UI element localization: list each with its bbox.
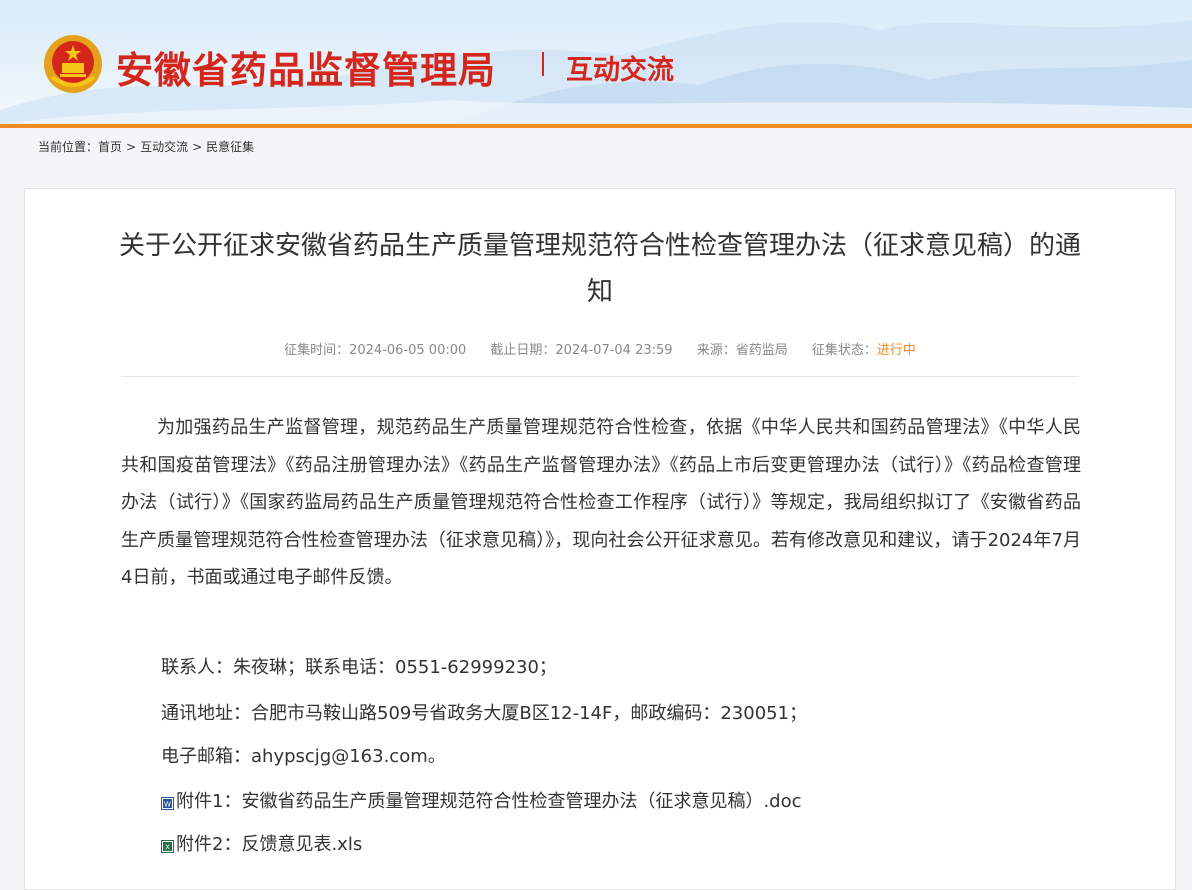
svg-text:X: X <box>165 843 170 851</box>
attachment-2-link[interactable]: 附件2：反馈意见表.xls <box>176 830 362 856</box>
title-separator <box>542 52 544 76</box>
excel-file-icon: X <box>161 837 174 853</box>
breadcrumb-interaction-link[interactable]: 互动交流 <box>140 140 188 154</box>
article-title: 关于公开征求安徽省药品生产质量管理规范符合性检查管理办法（征求意见稿）的通知 <box>118 231 1081 307</box>
site-title[interactable]: 安徽省药品监督管理局 <box>116 40 496 94</box>
contact-line: 联系人：朱夜琳；联系电话：0551-62999230； <box>161 657 557 678</box>
breadcrumb: 当前位置：首页 > 互动交流 > 民意征集 <box>0 128 1192 166</box>
word-file-icon: W <box>161 794 174 810</box>
section-title[interactable]: 互动交流 <box>566 48 674 87</box>
article-body: 为加强药品生产监督管理，规范药品生产质量管理规范符合性检查，依据《中华人民共和国… <box>121 417 1081 588</box>
breadcrumb-opinion-link[interactable]: 民意征集 <box>206 140 254 154</box>
breadcrumb-home-link[interactable]: 首页 <box>98 140 122 154</box>
article-meta: 征集时间：2024-06-05 00:00 截止日期：2024-07-04 23… <box>115 339 1085 358</box>
meta-divider <box>121 376 1079 377</box>
breadcrumb-separator: > <box>192 140 203 154</box>
national-emblem-icon <box>44 35 102 93</box>
breadcrumb-prefix: 当前位置： <box>38 140 99 154</box>
status: 征集状态：进行中 <box>812 343 916 358</box>
attachment-2[interactable]: X 附件2：反馈意见表.xls <box>161 830 362 856</box>
source: 来源：省药监局 <box>696 343 788 358</box>
breadcrumb-separator: > <box>126 140 137 154</box>
collect-time: 征集时间：2024-06-05 00:00 <box>284 343 467 358</box>
address-line: 通讯地址：合肥市马鞍山路509号省政务大厦B区12-14F，邮政编码：23005… <box>161 703 808 724</box>
email-line: 电子邮箱：ahypscjg@163.com。 <box>161 746 446 767</box>
attachment-1-link[interactable]: 附件1：安徽省药品生产质量管理规范符合性检查管理办法（征求意见稿）.doc <box>176 787 802 813</box>
deadline: 截止日期：2024-07-04 23:59 <box>490 343 673 358</box>
status-value: 进行中 <box>876 343 916 358</box>
svg-text:W: W <box>164 800 171 808</box>
site-header: 安徽省药品监督管理局 互动交流 <box>0 0 1192 124</box>
status-label: 征集状态： <box>811 343 877 358</box>
article-card: 关于公开征求安徽省药品生产质量管理规范符合性检查管理办法（征求意见稿）的通知 征… <box>24 188 1176 890</box>
attachment-1[interactable]: W 附件1：安徽省药品生产质量管理规范符合性检查管理办法（征求意见稿）.doc <box>161 787 802 813</box>
